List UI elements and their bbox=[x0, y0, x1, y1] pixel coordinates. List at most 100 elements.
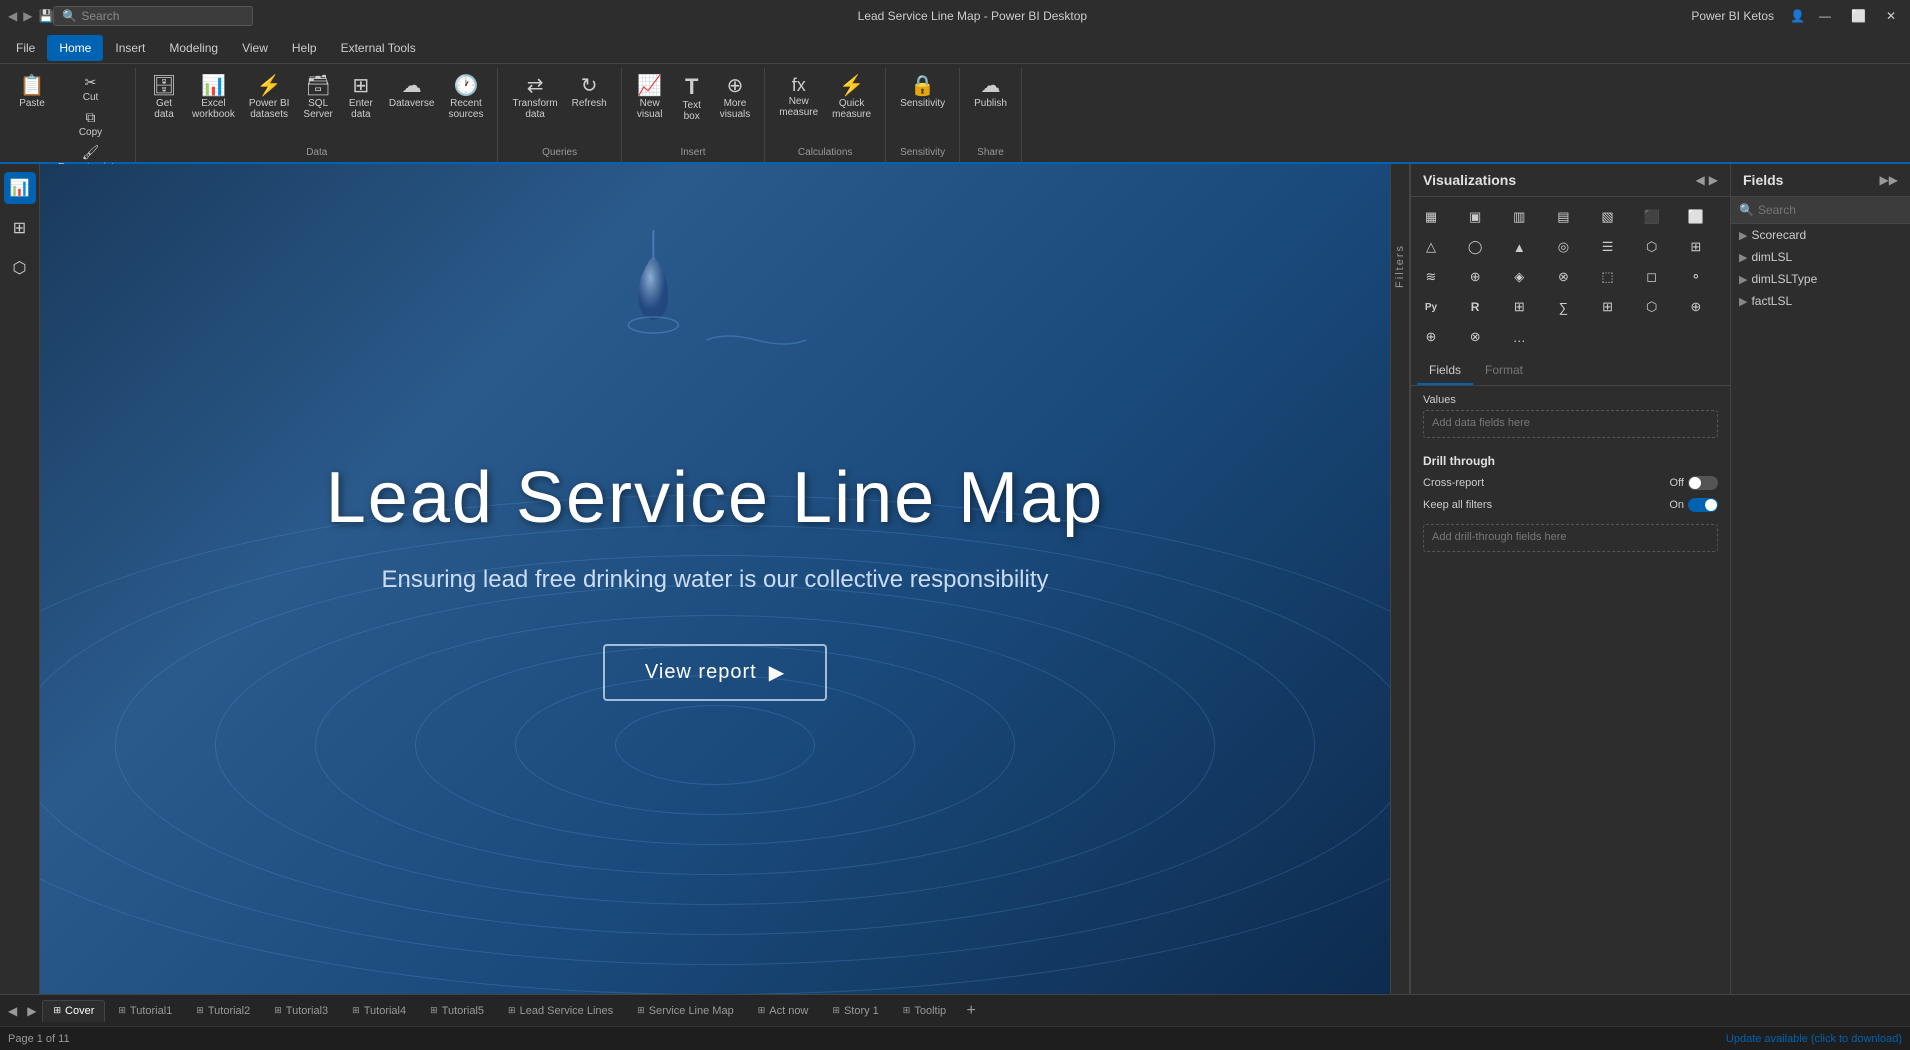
forward-icon[interactable]: ▶ bbox=[23, 9, 32, 23]
menu-external-tools[interactable]: External Tools bbox=[329, 35, 428, 61]
viz-azure-map[interactable]: ◻ bbox=[1638, 263, 1666, 291]
viz-more[interactable]: … bbox=[1505, 323, 1533, 351]
sensitivity-button[interactable]: 🔒 Sensitivity bbox=[894, 72, 951, 113]
fields-expand-icon[interactable]: ▶▶ bbox=[1880, 173, 1898, 187]
viz-nav-arrows[interactable]: ◀ ▶ bbox=[1696, 173, 1718, 187]
tab-tutorial3[interactable]: ⊞ Tutorial3 bbox=[263, 1000, 339, 1022]
viz-scatter[interactable]: ⊞ bbox=[1682, 233, 1710, 261]
cross-report-toggle[interactable]: Off bbox=[1670, 476, 1718, 490]
viz-clustered-bar[interactable]: ▣ bbox=[1461, 203, 1489, 231]
viz-card[interactable]: ⊞ bbox=[1594, 293, 1622, 321]
viz-matrix[interactable]: ∑ bbox=[1549, 293, 1577, 321]
tab-tutorial1[interactable]: ⊞ Tutorial1 bbox=[107, 1000, 183, 1022]
sidebar-model-view[interactable]: ⬡ bbox=[4, 252, 36, 284]
global-search[interactable]: 🔍 Search bbox=[53, 6, 253, 26]
publish-button[interactable]: ☁ Publish bbox=[968, 72, 1013, 113]
cut-button[interactable]: ✂ Cut bbox=[54, 72, 127, 105]
tab-service-line-map[interactable]: ⊞ Service Line Map bbox=[626, 1000, 745, 1022]
fields-search-input[interactable] bbox=[1758, 203, 1910, 217]
tab-tooltip[interactable]: ⊞ Tooltip bbox=[892, 1000, 957, 1022]
user-icon[interactable]: 👤 bbox=[1790, 9, 1805, 23]
viz-decomp-tree[interactable]: ⚬ bbox=[1682, 263, 1710, 291]
viz-filled-map[interactable]: ⬚ bbox=[1594, 263, 1622, 291]
tab-story1[interactable]: ⊞ Story 1 bbox=[821, 1000, 889, 1022]
tab-lead-service-lines[interactable]: ⊞ Lead Service Lines bbox=[497, 1000, 624, 1022]
viz-area[interactable]: △ bbox=[1417, 233, 1445, 261]
tab-cover[interactable]: ⊞ Cover bbox=[42, 1000, 105, 1022]
copy-button[interactable]: ⧉ Copy bbox=[54, 107, 127, 140]
viz-stacked-col[interactable]: ▤ bbox=[1549, 203, 1577, 231]
viz-fields-tab[interactable]: Fields bbox=[1417, 357, 1473, 385]
enter-data-button[interactable]: ⊞ Enterdata bbox=[341, 72, 381, 124]
menu-insert[interactable]: Insert bbox=[103, 35, 157, 61]
viz-line[interactable]: ⬜ bbox=[1682, 203, 1710, 231]
refresh-button[interactable]: ↻ Refresh bbox=[566, 72, 613, 113]
menu-view[interactable]: View bbox=[230, 35, 280, 61]
save-icon[interactable]: 💾 bbox=[38, 9, 53, 23]
field-dimLSLType[interactable]: ▶ dimLSLType bbox=[1731, 268, 1910, 290]
next-arrow-icon[interactable]: ▶ bbox=[1709, 173, 1718, 187]
close-icon[interactable]: ✕ bbox=[1880, 9, 1902, 23]
viz-table[interactable]: ⊞ bbox=[1505, 293, 1533, 321]
tab-act-now[interactable]: ⊞ Act now bbox=[747, 1000, 820, 1022]
get-data-button[interactable]: 🗄 Getdata bbox=[144, 72, 184, 124]
dataverse-button[interactable]: ☁ Dataverse bbox=[383, 72, 441, 113]
drill-drop-zone[interactable]: Add drill-through fields here bbox=[1423, 524, 1718, 552]
viz-kpi[interactable]: ⊕ bbox=[1682, 293, 1710, 321]
cross-report-track[interactable] bbox=[1688, 476, 1718, 490]
viz-clustered-col[interactable]: ▧ bbox=[1594, 203, 1622, 231]
view-report-button[interactable]: View report ▶ bbox=[603, 644, 827, 701]
text-box-button[interactable]: T Textbox bbox=[672, 72, 712, 126]
fields-search-box[interactable]: 🔍 bbox=[1731, 197, 1910, 224]
filters-sidebar[interactable]: Filters bbox=[1390, 164, 1410, 994]
tab-tutorial4[interactable]: ⊞ Tutorial4 bbox=[341, 1000, 417, 1022]
more-visuals-button[interactable]: ⊕ Morevisuals bbox=[714, 72, 757, 124]
viz-slicer[interactable]: ⊕ bbox=[1417, 323, 1445, 351]
viz-pie[interactable]: ≋ bbox=[1417, 263, 1445, 291]
viz-python[interactable]: Py bbox=[1417, 293, 1445, 321]
viz-map[interactable]: ⊗ bbox=[1549, 263, 1577, 291]
minimize-icon[interactable]: — bbox=[1813, 9, 1837, 23]
back-icon[interactable]: ◀ bbox=[8, 9, 17, 23]
values-drop-zone[interactable]: Add data fields here bbox=[1423, 410, 1718, 438]
viz-r[interactable]: R bbox=[1461, 293, 1489, 321]
report-canvas-container[interactable]: Lead Service Line Map Ensuring lead free… bbox=[40, 164, 1390, 994]
sidebar-report-view[interactable]: 📊 bbox=[4, 172, 36, 204]
sidebar-data-view[interactable]: ⊞ bbox=[4, 212, 36, 244]
viz-waterfall[interactable]: ☰ bbox=[1594, 233, 1622, 261]
menu-home[interactable]: Home bbox=[47, 35, 103, 61]
viz-line-col[interactable]: ▲ bbox=[1505, 233, 1533, 261]
keep-filters-toggle[interactable]: On bbox=[1669, 498, 1718, 512]
viz-100-bar[interactable]: ▥ bbox=[1505, 203, 1533, 231]
viz-multirow-card[interactable]: ⬡ bbox=[1638, 293, 1666, 321]
viz-100-col[interactable]: ⬛ bbox=[1638, 203, 1666, 231]
viz-format-tab[interactable]: Format bbox=[1473, 357, 1535, 385]
menu-file[interactable]: File bbox=[4, 35, 47, 61]
add-page-button[interactable]: + bbox=[959, 999, 983, 1023]
quick-measure-button[interactable]: ⚡ Quickmeasure bbox=[826, 72, 877, 124]
tab-tutorial5[interactable]: ⊞ Tutorial5 bbox=[419, 1000, 495, 1022]
next-page-icon[interactable]: ▶ bbox=[23, 1004, 40, 1018]
recent-sources-button[interactable]: 🕐 Recentsources bbox=[442, 72, 489, 124]
viz-treemap[interactable]: ◈ bbox=[1505, 263, 1533, 291]
prev-arrow-icon[interactable]: ◀ bbox=[1696, 173, 1705, 187]
menu-modeling[interactable]: Modeling bbox=[157, 35, 230, 61]
excel-button[interactable]: 📊 Excelworkbook bbox=[186, 72, 241, 124]
update-available[interactable]: Update available (click to download) bbox=[1726, 1033, 1902, 1045]
sql-server-button[interactable]: 🗃 SQLServer bbox=[297, 72, 338, 124]
transform-data-button[interactable]: ⇄ Transformdata bbox=[506, 72, 563, 124]
menu-help[interactable]: Help bbox=[280, 35, 329, 61]
keep-filters-track[interactable] bbox=[1688, 498, 1718, 512]
power-bi-datasets-button[interactable]: ⚡ Power BIdatasets bbox=[243, 72, 296, 124]
viz-gauge[interactable]: ⊗ bbox=[1461, 323, 1489, 351]
field-factLSL[interactable]: ▶ factLSL bbox=[1731, 290, 1910, 312]
tab-tutorial2[interactable]: ⊞ Tutorial2 bbox=[185, 1000, 261, 1022]
new-measure-button[interactable]: fx Newmeasure bbox=[773, 72, 824, 122]
viz-stacked-bar[interactable]: ▦ bbox=[1417, 203, 1445, 231]
viz-ribbon[interactable]: ◎ bbox=[1549, 233, 1577, 261]
restore-icon[interactable]: ⬜ bbox=[1845, 9, 1872, 23]
paste-button[interactable]: 📋 Paste bbox=[12, 72, 52, 113]
viz-donut[interactable]: ⊕ bbox=[1461, 263, 1489, 291]
new-visual-button[interactable]: 📈 Newvisual bbox=[630, 72, 670, 124]
prev-page-icon[interactable]: ◀ bbox=[4, 1004, 21, 1018]
